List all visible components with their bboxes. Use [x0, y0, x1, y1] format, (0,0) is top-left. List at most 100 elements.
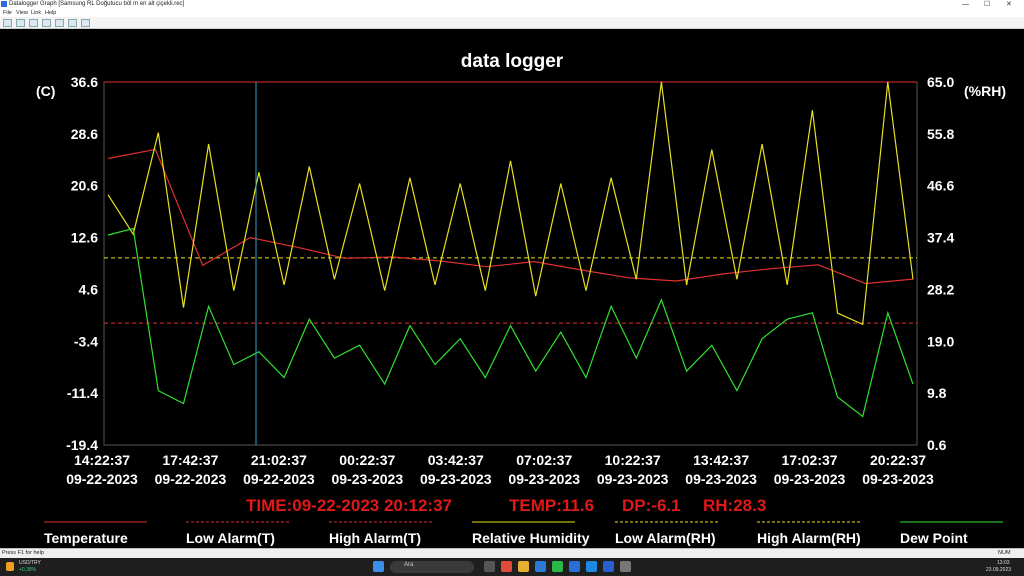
app-icon-3[interactable] [620, 561, 631, 572]
title-bar: Datalogger Graph [Samsung RL Doğutucu bö… [0, 0, 1024, 9]
y-right-tick-label: 37.4 [927, 230, 954, 246]
x-tick-date: 09-22-2023 [66, 471, 138, 487]
alarm-lines [104, 81, 917, 324]
y-right-tick-label: 46.6 [927, 178, 954, 194]
y-left-tick-label: -11.4 [67, 385, 98, 401]
y-left-ticks: 36.6 28.6 20.6 12.6 4.6 -3.4 -11.4 -19.4 [66, 74, 98, 453]
app-icon-2[interactable] [603, 561, 614, 572]
legend-label: Temperature [44, 530, 128, 546]
readout-rh: RH:28.3 [703, 496, 766, 515]
zoom-fit-icon[interactable] [68, 19, 77, 27]
clock-date: 23.09.2023 [986, 567, 1012, 573]
x-ticks: 14:22:37 09-22-2023 17:42:37 09-22-2023 21:0… [66, 452, 934, 487]
task-view-icon[interactable] [484, 561, 495, 572]
menu-view[interactable]: View [16, 9, 28, 17]
x-tick-time: 07:02:37 [516, 452, 572, 468]
x-tick-time: 14:22:37 [74, 452, 130, 468]
legend-label: High Alarm(T) [329, 530, 421, 546]
humidity-line [107, 81, 914, 326]
x-tick-time: 21:02:37 [251, 452, 307, 468]
x-tick-time: 10:22:37 [605, 452, 661, 468]
open-icon[interactable] [16, 19, 25, 27]
chrome-icon[interactable] [501, 561, 512, 572]
search-placeholder[interactable]: Ara [404, 562, 413, 568]
x-tick-date: 09-22-2023 [155, 471, 227, 487]
x-tick-time: 13:42:37 [693, 452, 749, 468]
plot-area[interactable] [103, 81, 918, 446]
menu-link[interactable]: Link [31, 9, 41, 17]
weather-icon[interactable] [6, 562, 14, 571]
menu-help[interactable]: Help [45, 9, 56, 17]
print-preview-icon[interactable] [55, 19, 64, 27]
app-icon-1[interactable] [586, 561, 597, 572]
x-tick-date: 09-22-2023 [243, 471, 315, 487]
legend-label: Low Alarm(T) [186, 530, 275, 546]
new-icon[interactable] [3, 19, 12, 27]
x-tick-date: 09-23-2023 [332, 471, 404, 487]
store-icon[interactable] [535, 561, 546, 572]
y-left-tick-label: -19.4 [66, 437, 98, 453]
close-button[interactable]: ✕ [1006, 0, 1012, 9]
x-tick-date: 09-23-2023 [508, 471, 580, 487]
chart-title: data logger [461, 51, 564, 72]
whatsapp-icon[interactable] [552, 561, 563, 572]
menu-file[interactable]: File [3, 9, 12, 17]
y-left-tick-label: 20.6 [71, 178, 98, 194]
y-right-tick-label: 55.8 [927, 126, 954, 142]
zoom-icon[interactable] [81, 19, 90, 27]
series-lines [107, 81, 914, 418]
window-title: Datalogger Graph [Samsung RL Doğutucu bö… [9, 1, 185, 7]
y-right-tick-label: 65.0 [927, 74, 954, 90]
y-left-tick-label: -3.4 [74, 333, 98, 349]
x-tick-date: 09-23-2023 [862, 471, 934, 487]
x-tick-time: 17:02:37 [782, 452, 838, 468]
x-tick-time: 17:42:37 [162, 452, 218, 468]
legend-label: High Alarm(RH) [757, 530, 861, 546]
ticker-label: USD/TRY [19, 560, 41, 566]
y-right-tick-label: 28.2 [927, 281, 954, 297]
start-icon[interactable] [373, 561, 384, 572]
save-icon[interactable] [29, 19, 38, 27]
y-right-ticks: 65.0 55.8 46.6 37.4 28.2 19.0 9.8 0.6 [927, 74, 954, 453]
clock-time: 13:03 [997, 560, 1010, 566]
readout-temp: TEMP:11.6 [509, 496, 594, 515]
dew-point-line [107, 227, 914, 418]
x-tick-date: 09-23-2023 [597, 471, 669, 487]
legend-label: Dew Point [900, 530, 968, 546]
x-tick-date: 09-23-2023 [774, 471, 846, 487]
toolbar [0, 17, 1024, 29]
readout-time: TIME:09-22-2023 20:12:37 [246, 496, 452, 515]
y-left-tick-label: 4.6 [79, 281, 99, 297]
y-right-label: (%RH) [964, 83, 1006, 99]
print-icon[interactable] [42, 19, 51, 27]
app-icon [1, 1, 7, 7]
chart-svg[interactable]: data logger (C) (%RH) 36.6 28.6 20.6 12.6 4.… [0, 30, 1024, 548]
plot-frame [103, 81, 918, 446]
status-help-text: Press F1 for help [2, 550, 44, 556]
x-tick-time: 03:42:37 [428, 452, 484, 468]
y-left-tick-label: 36.6 [71, 74, 98, 90]
ticker-change: +0,38% [19, 567, 37, 573]
y-left-tick-label: 28.6 [71, 126, 98, 142]
x-tick-time: 00:22:37 [339, 452, 395, 468]
readout-dp: DP:-6.1 [622, 496, 681, 515]
x-tick-date: 09-23-2023 [420, 471, 492, 487]
explorer-icon[interactable] [518, 561, 529, 572]
x-tick-date: 09-23-2023 [685, 471, 757, 487]
menu-bar: File View Link Help [0, 9, 1024, 17]
taskbar: USD/TRY +0,38% Ara 13:03 23.09.2023 [0, 558, 1024, 576]
search-box[interactable]: Ara [390, 561, 474, 573]
minimize-button[interactable]: — [962, 0, 969, 9]
status-bar: Press F1 for help NUM [0, 548, 1024, 558]
legend-label: Low Alarm(RH) [615, 530, 716, 546]
chart-area[interactable]: data logger (C) (%RH) 36.6 28.6 20.6 12.6 4.… [0, 30, 1024, 548]
y-left-label: (C) [36, 83, 55, 99]
y-right-tick-label: 0.6 [927, 437, 947, 453]
outlook-icon[interactable] [569, 561, 580, 572]
maximize-button[interactable]: ☐ [984, 0, 990, 9]
y-right-tick-label: 9.8 [927, 385, 947, 401]
x-tick-time: 20:22:37 [870, 452, 926, 468]
status-num: NUM [998, 550, 1011, 556]
legend: Temperature Low Alarm(T) High Alarm(T) Rela… [44, 521, 1003, 546]
y-left-tick-label: 12.6 [71, 230, 98, 246]
